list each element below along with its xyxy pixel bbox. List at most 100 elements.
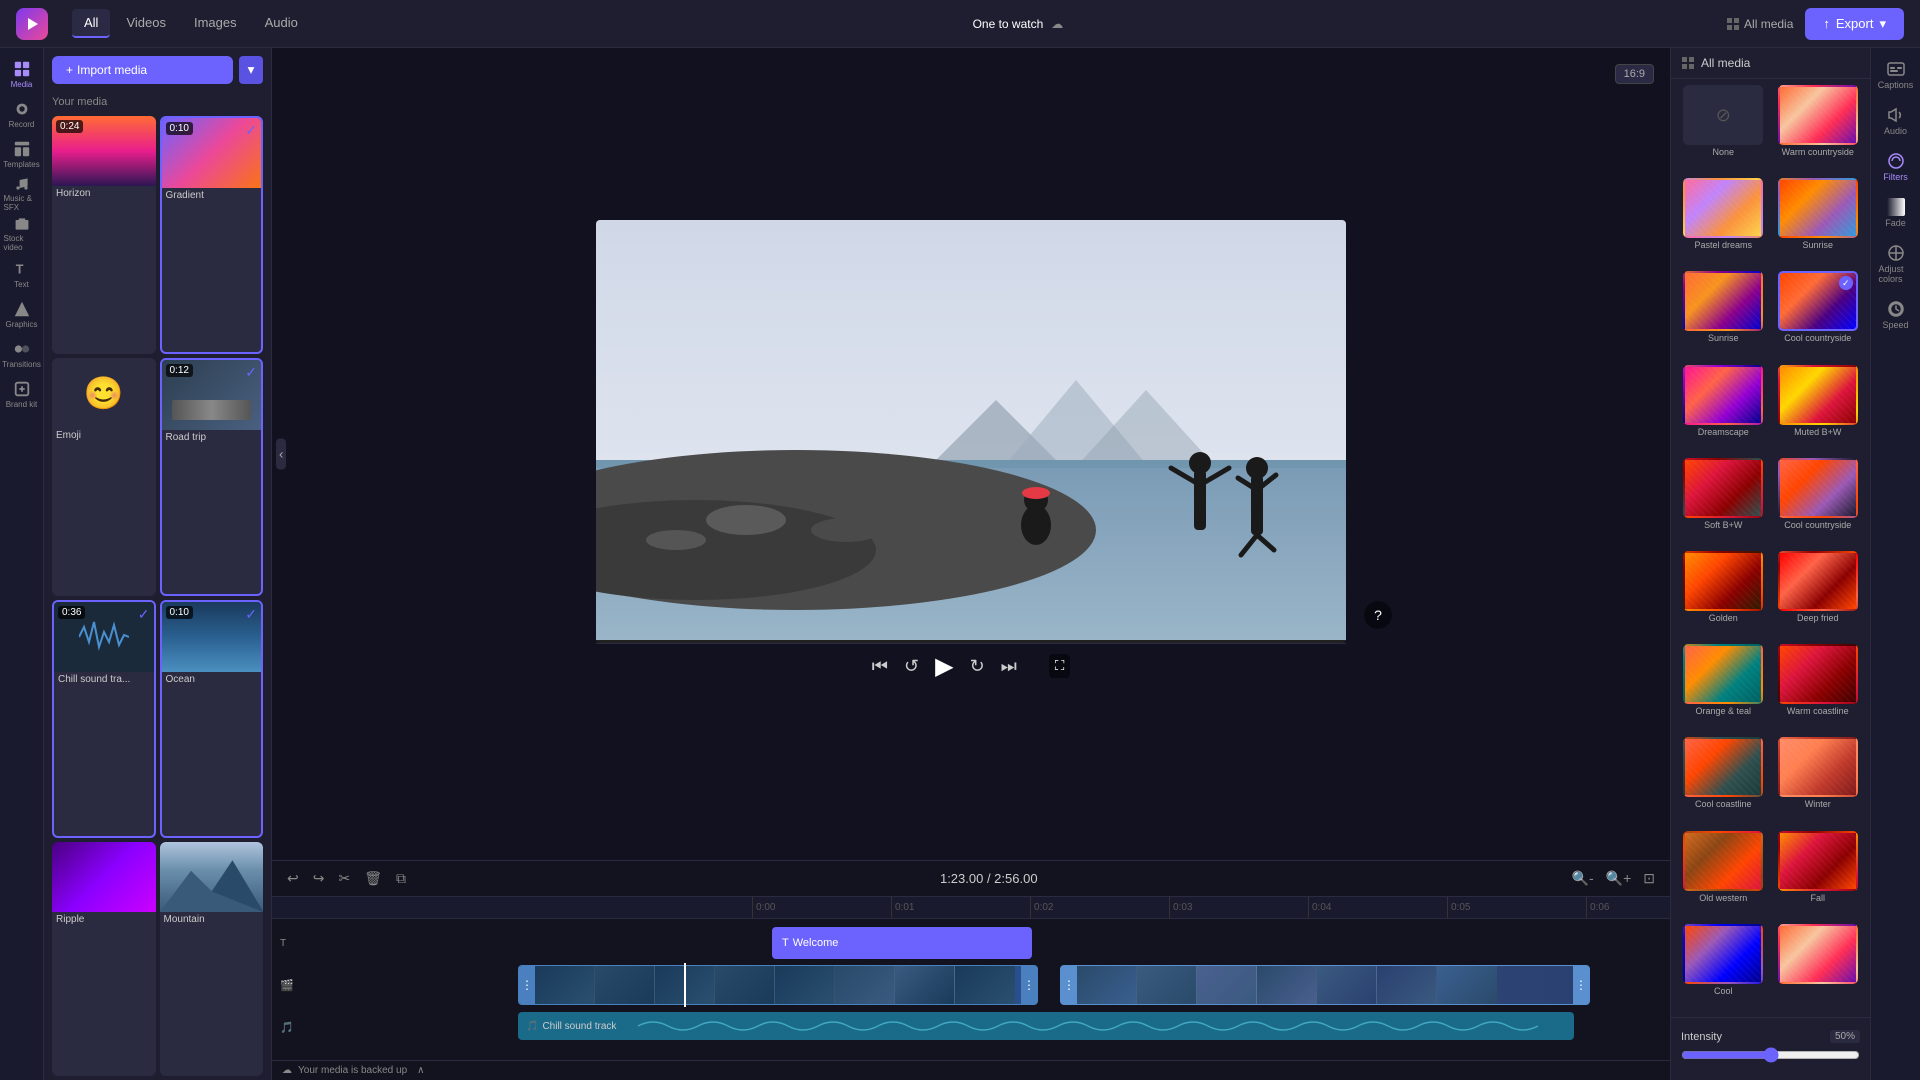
filters-button[interactable]: Filters	[1875, 148, 1917, 186]
intensity-slider[interactable]	[1681, 1047, 1860, 1063]
export-chevron-icon: ▾	[1879, 16, 1886, 32]
svg-text:T: T	[15, 262, 23, 276]
filter-item-warm-countryside[interactable]: Warm countryside	[1774, 85, 1863, 172]
sidebar-label-templates: Templates	[3, 160, 39, 169]
media-item[interactable]: 😊 Emoji	[52, 358, 156, 596]
filter-item-sunrise2[interactable]: Sunrise	[1679, 271, 1768, 358]
filter-label-soft-bw: Soft B+W	[1704, 520, 1742, 530]
media-item[interactable]: 0:10 Gradient ✓	[160, 116, 264, 354]
audio-button[interactable]: Audio	[1875, 102, 1917, 140]
filter-label-cool-countryside: Cool countryside	[1784, 333, 1851, 343]
cut-button[interactable]: ✂	[335, 867, 353, 890]
filter-item-pastel-dreams[interactable]: Pastel dreams	[1679, 178, 1768, 265]
sidebar-item-transitions[interactable]: Transitions	[4, 336, 40, 372]
skip-back-button[interactable]: ⏮	[872, 656, 888, 677]
text-track-clip[interactable]: T Welcome	[772, 927, 1032, 959]
help-button[interactable]: ?	[1364, 601, 1392, 629]
filter-thumb-golden	[1683, 551, 1763, 611]
video-track-icon: 🎬	[280, 979, 294, 992]
filters-panel-header: All media	[1671, 48, 1870, 79]
sidebar-item-stock[interactable]: Stock video	[4, 216, 40, 252]
filter-item-fall[interactable]: Fall	[1774, 831, 1863, 918]
filter-item-winter[interactable]: Winter	[1774, 737, 1863, 824]
speed-button[interactable]: Speed	[1875, 296, 1917, 334]
media-label: Ripple	[52, 912, 156, 929]
redo-button[interactable]: ↪	[310, 867, 328, 890]
filter-item-old-western[interactable]: Old western	[1679, 831, 1768, 918]
sidebar-item-record[interactable]: Record	[4, 96, 40, 132]
left-handle[interactable]: ⋮	[519, 966, 535, 1004]
sidebar-item-brand[interactable]: Brand kit	[4, 376, 40, 412]
filter-item-cool-countryside2[interactable]: Cool countryside	[1774, 458, 1863, 545]
undo-button[interactable]: ↩	[284, 867, 302, 890]
media-item[interactable]: 0:12 Road trip ✓	[160, 358, 264, 596]
filter-label-none: None	[1712, 147, 1734, 157]
media-label: Mountain	[160, 912, 264, 929]
import-dropdown-button[interactable]: ▾	[239, 56, 263, 84]
right-handle-right-seg[interactable]: ⋮	[1573, 966, 1589, 1004]
preview-wrapper: ⏮ ↺ ▶ ↻ ⏭ ⛶ ?	[596, 220, 1346, 689]
media-item[interactable]: 0:24 Horizon	[52, 116, 156, 354]
zoom-in-button[interactable]: 🔍+	[1603, 867, 1635, 890]
video-track-content: ⋮ ⋮	[512, 963, 1670, 1007]
skip-forward-button[interactable]: ⏭	[1001, 656, 1017, 677]
filter-item-deep-fried[interactable]: Deep fried	[1774, 551, 1863, 638]
fullscreen-button[interactable]: ⛶	[1049, 654, 1070, 678]
text-clip-label: Welcome	[793, 937, 839, 949]
media-item[interactable]: 0:10 Ocean ✓	[160, 600, 264, 838]
adjust-colors-button[interactable]: Adjust colors	[1875, 240, 1917, 288]
media-label: Horizon	[52, 186, 156, 203]
video-segment-right[interactable]: ⋮ ⋮	[1060, 965, 1590, 1005]
filter-item-orange-teal[interactable]: Orange & teal	[1679, 644, 1768, 731]
media-duration: 0:10	[166, 122, 193, 135]
filter-item-none[interactable]: ⊘ None	[1679, 85, 1768, 172]
right-handle-left-seg[interactable]: ⋮	[1021, 966, 1037, 1004]
filter-item-cool-countryside[interactable]: ✓ Cool countryside	[1774, 271, 1863, 358]
filter-item-sunrise1[interactable]: Sunrise	[1774, 178, 1863, 265]
tab-images[interactable]: Images	[182, 9, 249, 38]
zoom-out-button[interactable]: 🔍-	[1569, 867, 1597, 890]
export-button[interactable]: ↑ Export ▾	[1805, 8, 1904, 40]
filter-item-golden[interactable]: Golden	[1679, 551, 1768, 638]
rewind-button[interactable]: ↺	[904, 656, 919, 677]
filter-item-warm-coastline[interactable]: Warm coastline	[1774, 644, 1863, 731]
filter-item-soft-bw[interactable]: Soft B+W	[1679, 458, 1768, 545]
timeline-time-display: 1:23.00 / 2:56.00	[417, 871, 1561, 886]
sidebar-item-graphics[interactable]: Graphics	[4, 296, 40, 332]
delete-button[interactable]: 🗑	[361, 867, 385, 890]
intensity-slider-wrap	[1671, 1045, 1870, 1074]
import-media-button[interactable]: + Import media	[52, 56, 233, 84]
fade-button[interactable]: Fade	[1875, 194, 1917, 232]
sidebar-item-templates[interactable]: Templates	[4, 136, 40, 172]
forward-button[interactable]: ↻	[970, 656, 985, 677]
fit-button[interactable]: ⊡	[1640, 867, 1658, 890]
check-icon: ✓	[245, 364, 257, 381]
sidebar-item-text[interactable]: T Text	[4, 256, 40, 292]
play-button[interactable]: ▶	[935, 652, 953, 681]
filter-item-muted-bw[interactable]: Muted B+W	[1774, 365, 1863, 452]
filter-item-dreamscape[interactable]: Dreamscape	[1679, 365, 1768, 452]
tab-audio[interactable]: Audio	[253, 9, 310, 38]
filter-label-deep-fried: Deep fried	[1797, 613, 1839, 623]
media-item[interactable]: Mountain	[160, 842, 264, 1076]
collapse-panel-button[interactable]: ‹	[276, 439, 286, 470]
filter-label-winter: Winter	[1805, 799, 1831, 809]
tab-videos[interactable]: Videos	[114, 9, 178, 38]
filter-item-extra[interactable]	[1774, 924, 1863, 1011]
filter-item-cool-bottom[interactable]: Cool	[1679, 924, 1768, 1011]
captions-label: Captions	[1878, 80, 1914, 90]
sidebar-item-music[interactable]: Music & SFX	[4, 176, 40, 212]
backup-bar: ☁ Your media is backed up ∧	[272, 1060, 1670, 1080]
tab-all[interactable]: All	[72, 9, 110, 38]
left-handle-right-seg[interactable]: ⋮	[1061, 966, 1077, 1004]
duplicate-button[interactable]: ⧉	[393, 867, 409, 890]
audio-track-icon: 🎵	[280, 1021, 294, 1034]
audio-track-clip[interactable]: 🎵 Chill sound track	[518, 1012, 1574, 1040]
video-segment-left[interactable]: ⋮ ⋮	[518, 965, 1038, 1005]
captions-button[interactable]: Captions	[1875, 56, 1917, 94]
audio-track-content: 🎵 Chill sound track	[512, 1007, 1670, 1047]
sidebar-item-media[interactable]: Media	[4, 56, 40, 92]
media-item[interactable]: 0:36 Chill sound tra... ✓	[52, 600, 156, 838]
filter-item-cool-coastline[interactable]: Cool coastline	[1679, 737, 1768, 824]
media-item[interactable]: Ripple	[52, 842, 156, 1076]
